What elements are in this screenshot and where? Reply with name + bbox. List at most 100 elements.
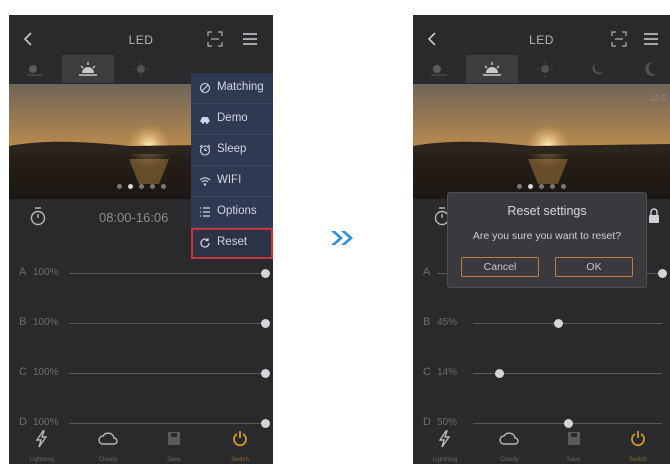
matching-icon: [199, 82, 211, 94]
dialog-title: Reset settings: [507, 204, 587, 218]
menu-item-label: Demo: [217, 112, 248, 124]
slider-knob[interactable]: [495, 369, 505, 378]
moon-icon: [645, 61, 657, 76]
clock-readout: 13:5: [650, 94, 666, 103]
cloud-icon: [98, 432, 118, 445]
channel-b-slider-row: B 100%: [9, 313, 273, 333]
reset-confirm-dialog: Reset settings Are you sure you want to …: [447, 192, 647, 288]
slider-knob[interactable]: [261, 319, 270, 328]
save-icon: [168, 432, 180, 445]
tab-label: Save: [167, 457, 181, 463]
slider-track[interactable]: [69, 273, 265, 274]
mode-sunset[interactable]: [572, 55, 624, 83]
slider-track[interactable]: [473, 323, 662, 324]
menu-item-sleep[interactable]: Sleep: [191, 135, 273, 166]
menu-item-label: Matching: [217, 81, 264, 93]
slider-knob[interactable]: [261, 369, 270, 378]
mode-sunrise[interactable]: [466, 55, 518, 83]
dawn-icon: [27, 65, 43, 76]
carousel-dots: [413, 184, 670, 189]
channel-value: 100%: [33, 317, 59, 328]
slider-track[interactable]: [69, 323, 265, 324]
save-icon: [567, 432, 580, 445]
mode-sunrise[interactable]: [62, 55, 114, 83]
menu-item-label: Sleep: [217, 143, 247, 155]
menu-item-matching[interactable]: Matching: [191, 73, 273, 104]
reset-icon: [200, 238, 210, 248]
channel-value: 100%: [33, 367, 59, 378]
scene-photo: 13:5: [413, 84, 670, 199]
menu-item-reset[interactable]: Reset: [191, 228, 273, 259]
menu-icon[interactable]: [241, 30, 259, 48]
tab-save[interactable]: Save: [544, 427, 604, 464]
timer-range[interactable]: 08:00-16:06: [99, 210, 168, 225]
demo-icon: [200, 117, 210, 124]
wifi-icon: [199, 177, 211, 186]
channel-b-slider-row: B 45%: [413, 313, 670, 333]
tab-cloudy[interactable]: Cloudy: [479, 427, 539, 464]
sunrise-icon: [79, 62, 97, 76]
mode-dawn[interactable]: [9, 55, 61, 83]
options-icon: [200, 207, 210, 217]
mode-dawn[interactable]: [413, 55, 465, 83]
dialog-message: Are you sure you want to reset?: [472, 230, 622, 242]
ok-button[interactable]: OK: [555, 257, 633, 277]
channel-letter: B: [423, 316, 431, 328]
channel-value: 45%: [437, 317, 458, 328]
power-icon: [233, 431, 247, 447]
scan-icon[interactable]: [611, 31, 627, 47]
cancel-button[interactable]: Cancel: [461, 257, 539, 277]
mode-noon[interactable]: [115, 55, 167, 83]
page-title: LED: [529, 33, 554, 47]
tab-label: Switch: [231, 457, 249, 463]
sunrise-icon: [483, 62, 501, 76]
phone-screen-menu-open: LED 08:00-16:06 A 100% B 100% C 100% D 1…: [9, 15, 273, 464]
menu-item-label: WIFI: [217, 174, 242, 186]
slider-track[interactable]: [69, 423, 265, 424]
options-dropdown-menu: Matching Demo Sleep WIFI Options Reset: [191, 73, 273, 259]
slider-knob[interactable]: [658, 269, 667, 278]
bottom-tab-bar: Lightning Cloudy Save Switch: [9, 427, 273, 464]
bottom-tab-bar: Lightning Cloudy Save Switch: [413, 427, 670, 464]
tab-save[interactable]: Save: [144, 427, 204, 464]
channel-letter: A: [423, 266, 431, 278]
next-step-arrow-icon: [331, 231, 353, 245]
tab-lightning[interactable]: Lightning: [415, 427, 475, 464]
tab-switch[interactable]: Switch: [210, 427, 270, 464]
lighting-mode-tabs: [413, 55, 670, 83]
mode-noon[interactable]: [519, 55, 571, 83]
menu-item-wifi[interactable]: WIFI: [191, 166, 273, 197]
channel-c-slider-row: C 14%: [413, 363, 670, 383]
channel-a-slider-row: A 100%: [9, 263, 273, 283]
tab-cloudy[interactable]: Cloudy: [78, 427, 138, 464]
lock-icon[interactable]: [648, 208, 660, 224]
menu-item-label: Options: [217, 205, 257, 217]
cloud-icon: [499, 432, 519, 445]
channel-c-slider-row: C 100%: [9, 363, 273, 383]
tab-label: Cloudy: [98, 457, 118, 463]
menu-item-label: Reset: [217, 236, 248, 248]
channel-letter: A: [19, 266, 27, 278]
lightning-icon: [438, 430, 451, 448]
slider-knob[interactable]: [554, 319, 564, 328]
scan-icon[interactable]: [207, 31, 223, 47]
cloud-moon-icon: [592, 63, 604, 75]
channel-value: 100%: [33, 267, 59, 278]
menu-icon[interactable]: [642, 30, 660, 48]
tab-label: Switch: [629, 457, 647, 463]
slider-track[interactable]: [69, 373, 265, 374]
mode-night[interactable]: [625, 55, 670, 83]
tab-label: Cloudy: [500, 457, 519, 463]
power-icon: [630, 431, 645, 447]
slider-knob[interactable]: [261, 269, 270, 278]
tab-label: Save: [566, 457, 581, 463]
menu-item-options[interactable]: Options: [191, 197, 273, 228]
dawn-icon: [431, 65, 447, 76]
timer-icon[interactable]: [29, 207, 47, 227]
tab-lightning[interactable]: Lightning: [12, 427, 72, 464]
menu-item-demo[interactable]: Demo: [191, 104, 273, 135]
tab-label: Lightning: [432, 457, 458, 463]
channel-letter: B: [19, 316, 27, 328]
page-title: LED: [128, 33, 154, 47]
tab-switch[interactable]: Switch: [608, 427, 668, 464]
